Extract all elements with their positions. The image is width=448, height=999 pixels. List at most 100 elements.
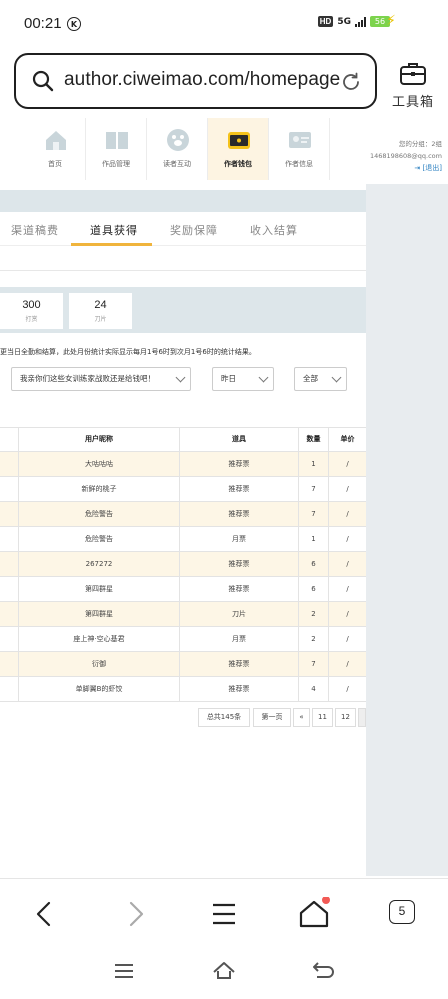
network-label: 5G bbox=[337, 16, 351, 27]
house-icon bbox=[46, 131, 66, 150]
item-cell: 推荐票 bbox=[180, 577, 299, 602]
nav-label: 作者钱包 bbox=[224, 160, 252, 168]
qty-cell: 4 bbox=[299, 677, 329, 702]
header-cell: 用户昵称 bbox=[19, 427, 180, 452]
menu-icon[interactable] bbox=[207, 897, 241, 931]
date-select-value: 昨日 bbox=[221, 374, 236, 383]
address-bar[interactable]: author.ciweimao.com/homepage bbox=[14, 53, 377, 109]
tab-channel-fee[interactable]: 渠道稿费 bbox=[11, 222, 59, 238]
nav-label: 读者互动 bbox=[163, 160, 191, 168]
pager-total: 总共145条 bbox=[198, 708, 250, 727]
row-index-cell bbox=[0, 652, 19, 677]
pager-first[interactable]: 第一页 bbox=[253, 708, 291, 727]
book-icon bbox=[106, 132, 128, 149]
row-index-cell bbox=[0, 577, 19, 602]
user-cell: 267272 bbox=[19, 552, 180, 577]
id-card-icon bbox=[289, 132, 311, 148]
pager-prev[interactable]: « bbox=[293, 708, 310, 727]
price-cell: / bbox=[346, 460, 349, 468]
book-select[interactable]: 我亲你们这些女训练家战败还是给钱吧！ bbox=[11, 367, 191, 391]
nav-label: 首页 bbox=[48, 160, 62, 168]
qty-cell: 6 bbox=[299, 577, 329, 602]
tab-reward-guarantee[interactable]: 奖励保障 bbox=[170, 222, 218, 238]
user-cell: 座上神·空心基君 bbox=[19, 627, 180, 652]
stat-label: 打赏 bbox=[25, 316, 38, 323]
back-icon[interactable] bbox=[28, 897, 62, 931]
logout-link[interactable]: ⇥ [退出] bbox=[370, 162, 442, 174]
table-row: 267272 推荐票 6 / bbox=[0, 552, 366, 577]
toolbox-button[interactable]: 工具箱 bbox=[392, 60, 434, 110]
url-text[interactable]: author.ciweimao.com/homepage bbox=[64, 69, 340, 91]
recent-apps-icon[interactable] bbox=[113, 962, 135, 980]
nav-item-works[interactable]: 作品管理 bbox=[86, 118, 147, 180]
user-cell: 大咕咕咕 bbox=[19, 452, 180, 477]
user-group: 您的分组：2组 bbox=[398, 140, 442, 148]
user-info: 您的分组：2组 1468198608@qq.com ⇥ [退出] bbox=[370, 138, 442, 174]
nav-item-profile[interactable]: 作者信息 bbox=[269, 118, 330, 180]
type-select[interactable]: 全部 bbox=[294, 367, 347, 391]
user-cell: 衍御 bbox=[19, 652, 180, 677]
logout-icon: ⇥ bbox=[414, 164, 421, 172]
stat-tip: 300 打赏 bbox=[0, 293, 63, 329]
tab-income-settlement[interactable]: 收入结算 bbox=[250, 222, 298, 238]
item-cell: 月票 bbox=[180, 627, 299, 652]
date-select[interactable]: 昨日 bbox=[212, 367, 274, 391]
chevron-down-icon bbox=[258, 372, 269, 383]
section-header-bar bbox=[0, 190, 366, 212]
price-cell: / bbox=[346, 560, 349, 568]
table-row: 衍御 推荐票 7 / bbox=[0, 652, 366, 677]
price-cell: / bbox=[346, 510, 349, 518]
wallet-tabs: 渠道稿费 道具获得 奖励保障 收入结算 bbox=[0, 212, 366, 246]
nav-item-wallet[interactable]: 作者钱包 bbox=[208, 118, 269, 180]
pager-page[interactable]: 11 bbox=[312, 708, 333, 727]
nav-label: 作品管理 bbox=[102, 160, 130, 168]
header-cell bbox=[0, 427, 19, 452]
header-cell: 数量 bbox=[299, 427, 329, 452]
qty-cell: 1 bbox=[299, 527, 329, 552]
item-cell: 推荐票 bbox=[180, 502, 299, 527]
user-cell: 第四群星 bbox=[19, 602, 180, 627]
pager-page[interactable]: 12 bbox=[335, 708, 356, 727]
table-row: 座上神·空心基君 月票 2 / bbox=[0, 627, 366, 652]
stats-note: 更当日全勤和结算，此处月份统计实际显示每月1号6时到次月1号6时的统计结果。 bbox=[0, 348, 256, 356]
nav-item-readers[interactable]: 读者互动 bbox=[147, 118, 208, 180]
system-home-icon[interactable] bbox=[212, 960, 236, 980]
user-cell: 危险警告 bbox=[19, 527, 180, 552]
row-index-cell bbox=[0, 452, 19, 477]
price-cell: / bbox=[346, 585, 349, 593]
item-cell: 推荐票 bbox=[180, 677, 299, 702]
nav-label: 作者信息 bbox=[285, 160, 313, 168]
user-cell: 第四群星 bbox=[19, 577, 180, 602]
table-row: 大咕咕咕 推荐票 1 / bbox=[0, 452, 366, 477]
user-email: 1468198608@qq.com bbox=[369, 152, 442, 160]
header-cell: 单价 bbox=[340, 435, 355, 443]
stats-band: 300 打赏 24 刀片 bbox=[0, 287, 366, 333]
search-icon bbox=[32, 70, 54, 92]
item-cell: 刀片 bbox=[180, 602, 299, 627]
forward-icon[interactable] bbox=[118, 897, 152, 931]
status-indicators: HD 5G 56 bbox=[317, 16, 390, 27]
hd-badge: HD bbox=[317, 16, 334, 27]
signal-icon bbox=[355, 16, 366, 27]
qty-cell: 6 bbox=[299, 552, 329, 577]
nav-item-home[interactable]: 首页 bbox=[25, 118, 86, 180]
item-cell: 推荐票 bbox=[180, 452, 299, 477]
qty-cell: 2 bbox=[299, 602, 329, 627]
stat-value: 300 bbox=[22, 299, 41, 311]
qty-cell: 7 bbox=[299, 652, 329, 677]
pager-next-edge[interactable] bbox=[358, 708, 366, 727]
system-back-icon[interactable] bbox=[313, 961, 335, 979]
row-index-cell bbox=[0, 677, 19, 702]
chevron-down-icon bbox=[175, 372, 186, 383]
reload-icon[interactable] bbox=[340, 71, 362, 93]
tab-count-button[interactable]: 5 bbox=[389, 900, 415, 924]
browser-bottom-nav bbox=[0, 878, 448, 946]
table-row: 第四群星 推荐票 6 / bbox=[0, 577, 366, 602]
row-index-cell bbox=[0, 627, 19, 652]
table-row: 危险警告 月票 1 / bbox=[0, 527, 366, 552]
stat-label: 刀片 bbox=[94, 316, 107, 323]
tab-props-earned[interactable]: 道具获得 bbox=[90, 222, 138, 238]
home-icon[interactable] bbox=[297, 897, 331, 931]
stat-value: 24 bbox=[94, 299, 107, 311]
user-cell: 新鲜的桃子 bbox=[19, 477, 180, 502]
